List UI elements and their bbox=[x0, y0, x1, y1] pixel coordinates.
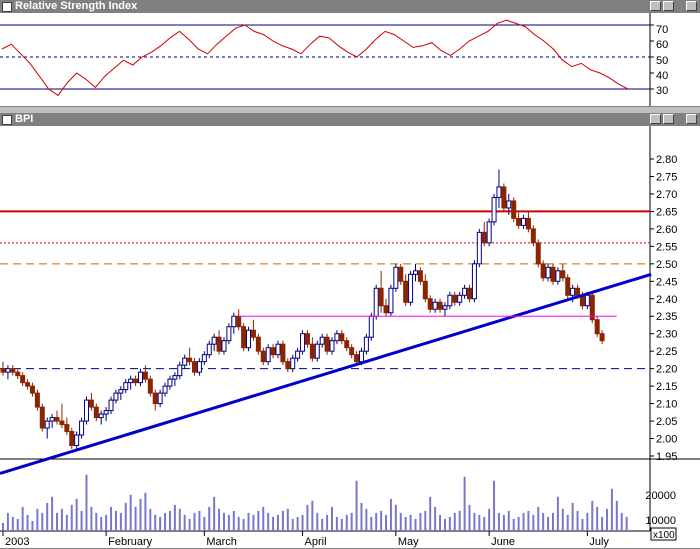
candlestick bbox=[565, 274, 571, 299]
rsi-plot-area bbox=[0, 13, 650, 106]
candlestick bbox=[388, 284, 394, 317]
candlestick bbox=[408, 270, 414, 306]
price-tick-label: 2.45 bbox=[656, 276, 677, 288]
candlestick bbox=[535, 239, 541, 268]
bpi-title: BPI bbox=[15, 113, 34, 125]
rsi-window: Relative Strength Index 70 60 50 40 30 bbox=[0, 0, 700, 107]
minimize-button[interactable] bbox=[650, 114, 661, 124]
maximize-button[interactable] bbox=[663, 1, 674, 11]
rsi-tick-label: 60 bbox=[656, 39, 668, 51]
rsi-tick-label: 30 bbox=[656, 85, 668, 97]
close-button[interactable] bbox=[686, 114, 697, 124]
candlestick bbox=[147, 375, 153, 397]
date-tick-label: July bbox=[589, 536, 609, 548]
candlestick bbox=[39, 403, 45, 432]
rsi-tick-label: 40 bbox=[656, 70, 668, 82]
price-tick-label: 2.55 bbox=[656, 241, 677, 253]
candlestick bbox=[265, 344, 271, 366]
candlestick bbox=[255, 333, 261, 355]
minimize-button[interactable] bbox=[650, 1, 661, 11]
candlestick bbox=[83, 396, 89, 425]
bpi-chart: 2.80 2.75 2.70 2.65 2.60 2.55 2.50 2.45 2.40 2.35… bbox=[0, 126, 700, 548]
candlestick bbox=[300, 330, 306, 355]
candlestick bbox=[368, 312, 374, 341]
price-tick-label: 2.65 bbox=[656, 206, 677, 218]
price-tick-label: 2.10 bbox=[656, 399, 677, 411]
window-menu-icon[interactable] bbox=[2, 2, 12, 12]
candlestick bbox=[501, 183, 507, 212]
maximize-button[interactable] bbox=[663, 114, 674, 124]
volume-tick-label: 20000 bbox=[645, 490, 676, 502]
candlestick bbox=[34, 389, 40, 411]
price-tick-label: 2.20 bbox=[656, 364, 677, 376]
candlestick bbox=[486, 218, 492, 247]
volume-tick-label: 10000 bbox=[645, 515, 676, 527]
candlestick bbox=[363, 333, 369, 355]
candlestick bbox=[241, 323, 247, 352]
price-tick-label: 2.75 bbox=[656, 171, 677, 183]
close-button[interactable] bbox=[686, 1, 697, 11]
candlestick bbox=[491, 193, 497, 226]
date-tick-label: May bbox=[398, 536, 419, 548]
price-tick-label: 1.95 bbox=[656, 451, 677, 463]
price-tick-label: 2.80 bbox=[656, 154, 677, 166]
price-tick-label: 2.05 bbox=[656, 416, 677, 428]
rsi-tick-label: 70 bbox=[656, 24, 668, 36]
date-tick-label: June bbox=[491, 536, 515, 548]
candlestick bbox=[476, 228, 482, 268]
bpi-window: BPI 2.80 2.75 2.70 2.65 2.60 2.55 2.50 2.45 2.40… bbox=[0, 113, 700, 549]
candlestick bbox=[79, 417, 85, 439]
candlestick bbox=[280, 340, 286, 366]
candlestick bbox=[589, 291, 595, 324]
bpi-titlebar[interactable]: BPI bbox=[0, 113, 700, 126]
rsi-chart: 70 60 50 40 30 bbox=[0, 13, 668, 106]
candlestick bbox=[398, 263, 404, 285]
price-tick-label: 2.30 bbox=[656, 329, 677, 341]
price-tick-label: 2.35 bbox=[656, 311, 677, 323]
candlestick bbox=[69, 428, 75, 450]
candlestick bbox=[246, 326, 252, 352]
price-tick-label: 2.70 bbox=[656, 189, 677, 201]
rsi-title: Relative Strength Index bbox=[15, 0, 138, 12]
candlestick bbox=[471, 260, 477, 303]
date-tick-label: February bbox=[108, 536, 153, 548]
date-tick-label: March bbox=[206, 536, 237, 548]
candlestick bbox=[314, 340, 320, 362]
price-tick-label: 2.60 bbox=[656, 224, 677, 236]
candlestick bbox=[550, 263, 556, 285]
date-tick-label: 2003 bbox=[5, 536, 29, 548]
candlestick bbox=[540, 260, 546, 282]
volume-unit-label: x100 bbox=[653, 530, 675, 541]
price-tick-label: 2.50 bbox=[656, 259, 677, 271]
candlestick bbox=[324, 333, 330, 355]
candlestick bbox=[511, 197, 517, 222]
candlestick bbox=[530, 225, 536, 247]
price-tick-label: 2.40 bbox=[656, 294, 677, 306]
candlestick bbox=[393, 263, 399, 292]
rsi-tick-label: 50 bbox=[656, 55, 668, 67]
date-tick-label: April bbox=[305, 536, 327, 548]
candlestick bbox=[226, 323, 232, 345]
candlestick bbox=[594, 316, 600, 338]
rsi-titlebar[interactable]: Relative Strength Index bbox=[0, 0, 700, 13]
price-tick-label: 2.15 bbox=[656, 381, 677, 393]
window-menu-icon[interactable] bbox=[2, 115, 12, 125]
price-tick-label: 2.25 bbox=[656, 346, 677, 358]
candlestick bbox=[373, 284, 379, 320]
price-tick-label: 2.00 bbox=[656, 434, 677, 446]
